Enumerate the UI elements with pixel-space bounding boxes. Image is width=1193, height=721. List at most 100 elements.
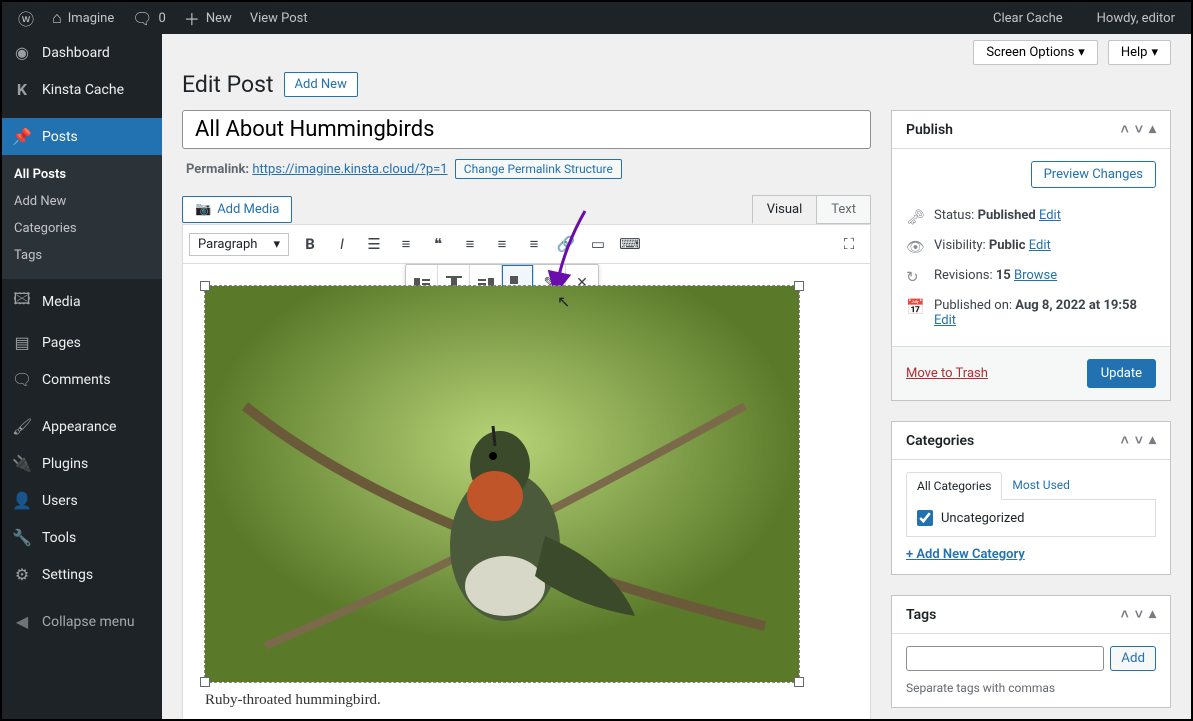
align-center-button[interactable]: ≡ — [487, 229, 517, 259]
link-button[interactable]: 🔗 — [551, 229, 581, 259]
submenu-categories[interactable]: Categories — [2, 215, 162, 242]
sidebar-item-media[interactable]: 🖾Media — [2, 279, 162, 324]
revisions-icon: ↻ — [906, 268, 924, 286]
quote-icon: ❝ — [434, 235, 442, 253]
view-post[interactable]: View Post — [242, 2, 316, 34]
wp-logo[interactable]: ⓦ — [10, 2, 42, 34]
update-button[interactable]: Update — [1087, 359, 1156, 388]
edit-visibility-link[interactable]: Edit — [1029, 238, 1051, 253]
bullet-list-button[interactable]: ☰ — [359, 229, 389, 259]
sidebar-item-settings[interactable]: ⚙Settings — [2, 556, 162, 593]
sidebar-item-tools[interactable]: 🔧Tools — [2, 519, 162, 556]
resize-handle-tr[interactable] — [794, 281, 804, 291]
sidebar-item-dashboard[interactable]: ◉Dashboard — [2, 34, 162, 71]
category-uncategorized[interactable]: Uncategorized — [917, 510, 1145, 526]
new-content[interactable]: ＋New — [176, 2, 240, 34]
tab-visual[interactable]: Visual — [752, 195, 817, 224]
page-title: Edit Post — [182, 71, 274, 98]
move-to-trash-link[interactable]: Move to Trash — [906, 366, 988, 381]
blockquote-button[interactable]: ❝ — [423, 229, 453, 259]
sidebar-item-appearance[interactable]: 🖌Appearance — [2, 408, 162, 445]
comments-link[interactable]: 🗨0 — [124, 2, 174, 34]
fullscreen-button[interactable]: ⛶ — [834, 229, 864, 259]
chevron-up-icon[interactable]: ˄ — [1121, 606, 1129, 623]
screen-options-button[interactable]: Screen Options ▾ — [973, 40, 1098, 65]
category-checkbox[interactable] — [917, 510, 933, 526]
post-image[interactable] — [205, 286, 799, 682]
edit-date-link[interactable]: Edit — [934, 313, 956, 328]
site-name[interactable]: ⌂Imagine — [44, 2, 122, 34]
my-account[interactable]: Howdy, editor — [1089, 2, 1183, 34]
tools-icon: 🔧 — [12, 528, 32, 547]
dashboard-icon: ◉ — [12, 43, 32, 62]
sidebar-item-posts[interactable]: 📌Posts — [2, 118, 162, 155]
tags-help-text: Separate tags with commas — [906, 681, 1156, 695]
help-button[interactable]: Help ▾ — [1108, 40, 1171, 65]
readmore-icon: ▭ — [591, 235, 605, 253]
numbered-list-button[interactable]: ≡ — [391, 229, 421, 259]
caret-down-icon: ▾ — [273, 237, 280, 252]
caret-up-icon[interactable]: ▴ — [1149, 606, 1156, 623]
submenu-tags[interactable]: Tags — [2, 242, 162, 269]
format-select[interactable]: Paragraph▾ — [189, 233, 289, 256]
add-media-button[interactable]: 📷Add Media — [182, 196, 292, 223]
publish-heading[interactable]: Publish˄˅▴ — [892, 111, 1170, 149]
permalink-url[interactable]: https://imagine.kinsta.cloud/?p=1 — [252, 162, 447, 177]
tab-all-categories[interactable]: All Categories — [906, 472, 1002, 500]
add-new-category-link[interactable]: + Add New Category — [906, 547, 1025, 562]
categories-heading[interactable]: Categories˄˅▴ — [892, 422, 1170, 460]
preview-changes-button[interactable]: Preview Changes — [1031, 161, 1156, 188]
add-new-button[interactable]: Add New — [284, 72, 358, 97]
link-icon: 🔗 — [557, 235, 576, 253]
sidebar-item-pages[interactable]: ▤Pages — [2, 324, 162, 361]
align-right-button[interactable]: ≡ — [519, 229, 549, 259]
hummingbird-illustration — [205, 286, 799, 682]
browse-revisions-link[interactable]: Browse — [1014, 268, 1057, 283]
chevron-down-icon[interactable]: ˅ — [1135, 432, 1143, 449]
caret-up-icon[interactable]: ▴ — [1149, 432, 1156, 449]
submenu-all-posts[interactable]: All Posts — [2, 161, 162, 188]
align-left-button[interactable]: ≡ — [455, 229, 485, 259]
toolbar-toggle-button[interactable]: ⌨ — [615, 229, 645, 259]
tab-text[interactable]: Text — [816, 195, 871, 224]
tags-input[interactable] — [906, 646, 1104, 671]
wordpress-icon: ⓦ — [18, 6, 34, 30]
add-tag-button[interactable]: Add — [1110, 646, 1156, 671]
sidebar-item-collapse[interactable]: ◀Collapse menu — [2, 603, 162, 640]
submenu-add-new[interactable]: Add New — [2, 188, 162, 215]
chevron-down-icon[interactable]: ˅ — [1135, 606, 1143, 623]
resize-handle-bl[interactable] — [200, 677, 210, 687]
resize-handle-br[interactable] — [794, 677, 804, 687]
tags-heading[interactable]: Tags˄˅▴ — [892, 596, 1170, 634]
sidebar-item-users[interactable]: 👤Users — [2, 482, 162, 519]
sidebar-item-plugins[interactable]: 🔌Plugins — [2, 445, 162, 482]
editor-body[interactable]: ✎ ✕ Edit ↖ — [182, 263, 871, 719]
caret-up-icon[interactable]: ▴ — [1149, 121, 1156, 138]
change-permalink-button[interactable]: Change Permalink Structure — [455, 159, 622, 179]
clear-cache[interactable]: Clear Cache — [985, 2, 1071, 34]
edit-status-link[interactable]: Edit — [1039, 208, 1061, 223]
plus-icon: ＋ — [184, 6, 200, 30]
chevron-up-icon[interactable]: ˄ — [1121, 121, 1129, 138]
appearance-icon: 🖌 — [12, 417, 32, 436]
post-title-input[interactable] — [182, 110, 871, 149]
selected-image-wrap[interactable]: ✎ ✕ Edit ↖ — [205, 286, 799, 682]
resize-handle-tl[interactable] — [200, 281, 210, 291]
italic-button[interactable]: I — [327, 229, 357, 259]
plugins-icon: 🔌 — [12, 454, 32, 473]
chevron-down-icon[interactable]: ˅ — [1135, 121, 1143, 138]
pages-icon: ▤ — [12, 333, 32, 352]
key-icon: 🗝 — [906, 208, 924, 226]
image-caption[interactable]: Ruby-throated hummingbird. — [205, 692, 848, 709]
align-right-icon: ≡ — [530, 235, 539, 253]
collapse-icon: ◀ — [12, 612, 32, 631]
readmore-button[interactable]: ▭ — [583, 229, 613, 259]
sidebar-item-comments[interactable]: 🗨Comments — [2, 361, 162, 398]
tab-most-used[interactable]: Most Used — [1002, 472, 1080, 499]
media-icon: 🖾 — [12, 288, 32, 315]
editor-toolbar: Paragraph▾ B I ☰ ≡ ❝ ≡ ≡ ≡ 🔗 ▭ ⌨ ⛶ — [182, 224, 871, 263]
chevron-up-icon[interactable]: ˄ — [1121, 432, 1129, 449]
sidebar-item-kinsta-cache[interactable]: KKinsta Cache — [2, 71, 162, 108]
bold-button[interactable]: B — [295, 229, 325, 259]
comments-icon: 🗨 — [12, 370, 32, 389]
